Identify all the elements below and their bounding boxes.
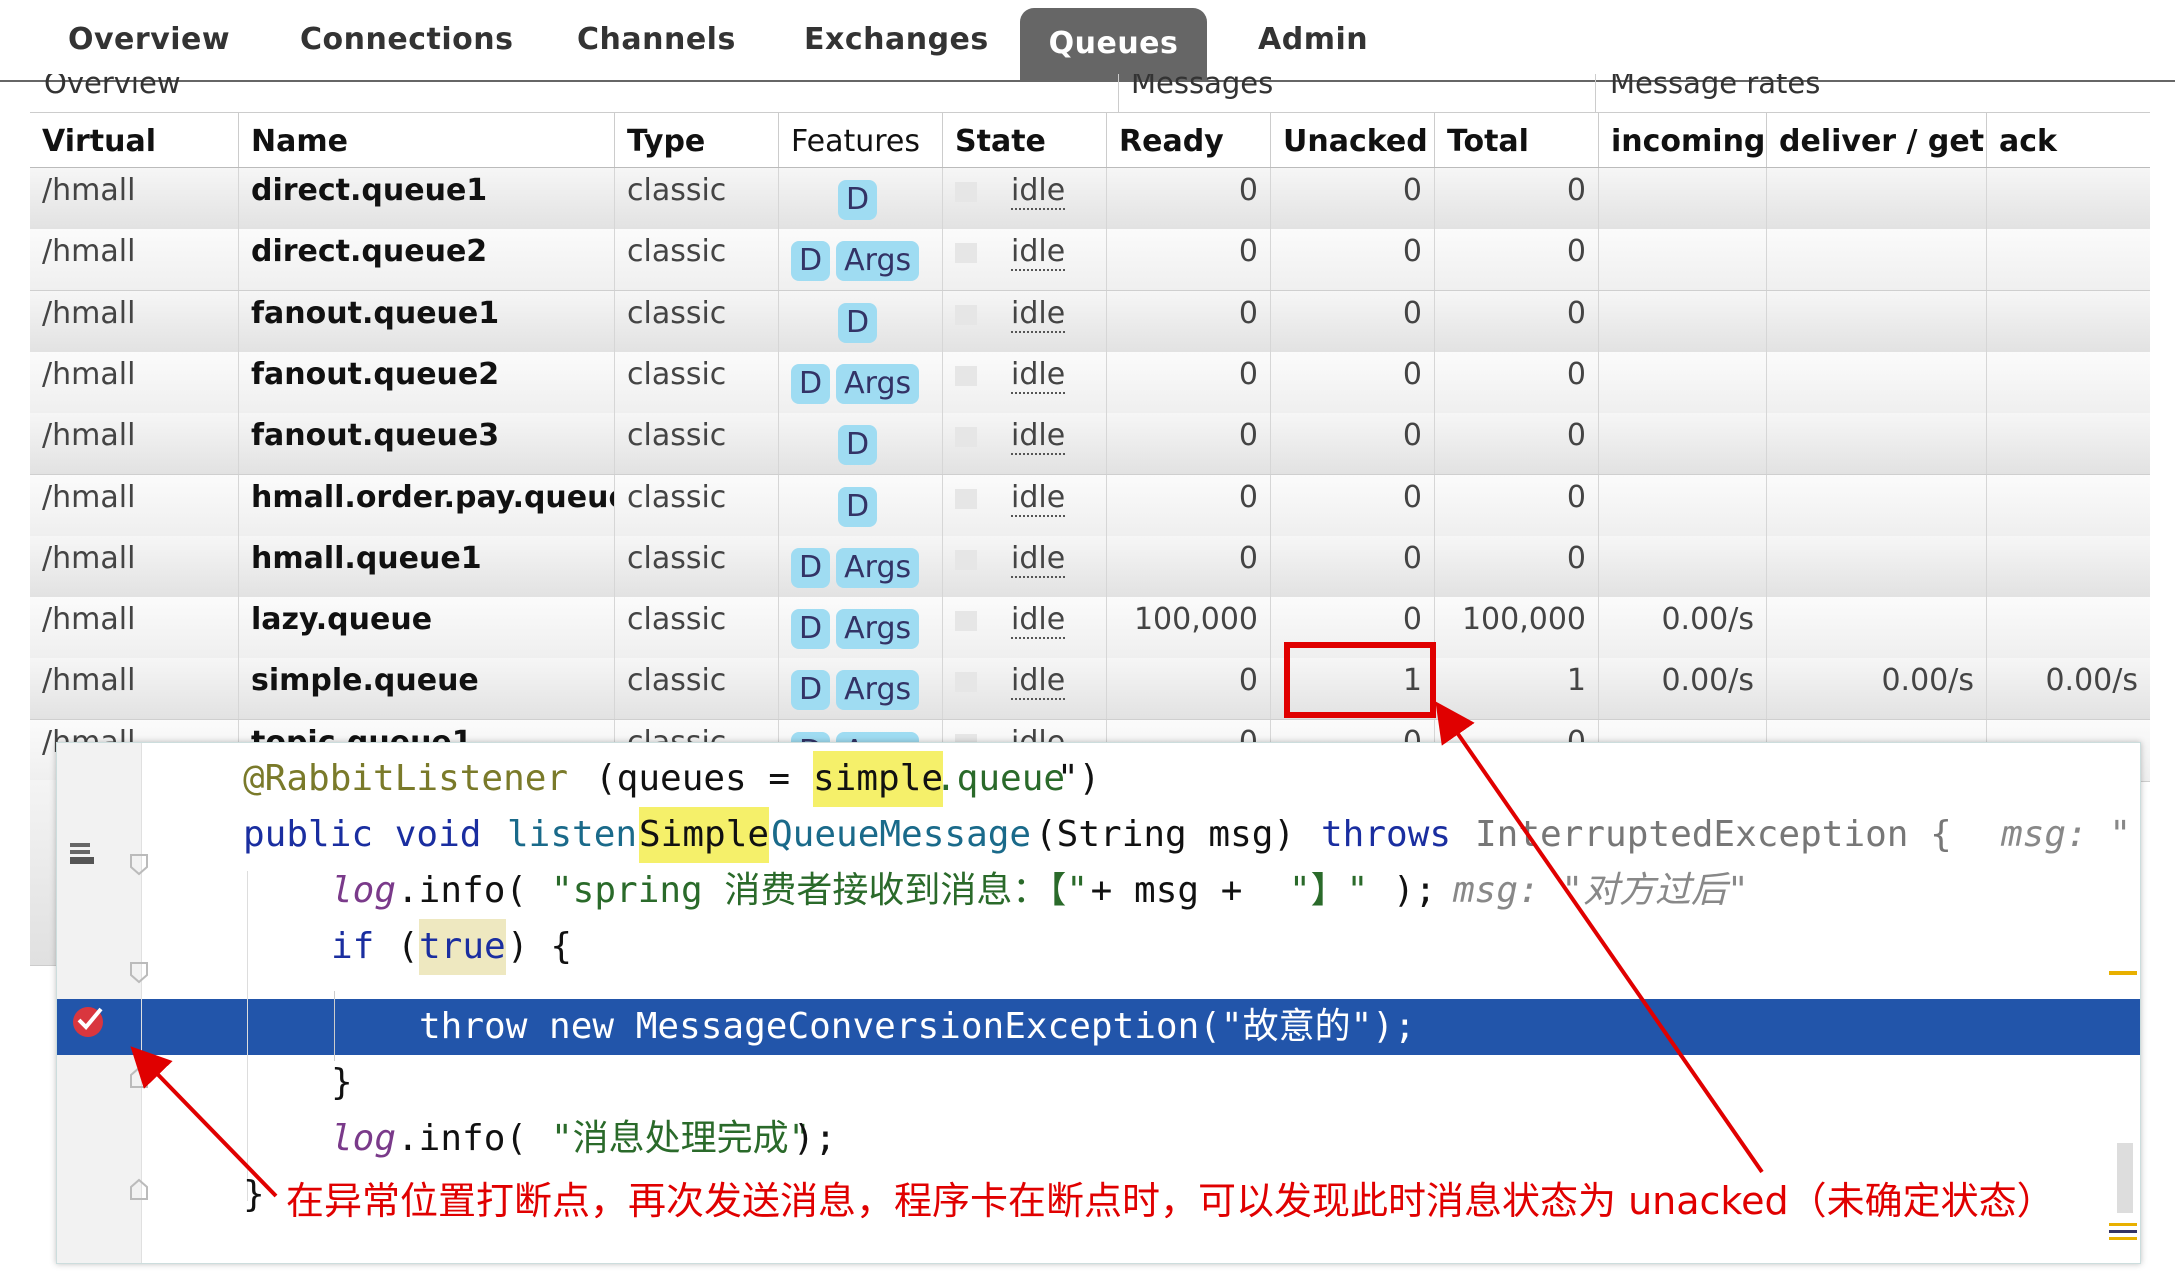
arrow-to-unacked <box>1435 701 1764 1174</box>
arrow-to-breakpoint <box>130 1046 278 1198</box>
annotation-arrows <box>130 701 1764 1198</box>
annotation-caption: 在异常位置打断点，再次发送消息，程序卡在断点时，可以发现此时消息状态为 unac… <box>286 1179 2055 1223</box>
